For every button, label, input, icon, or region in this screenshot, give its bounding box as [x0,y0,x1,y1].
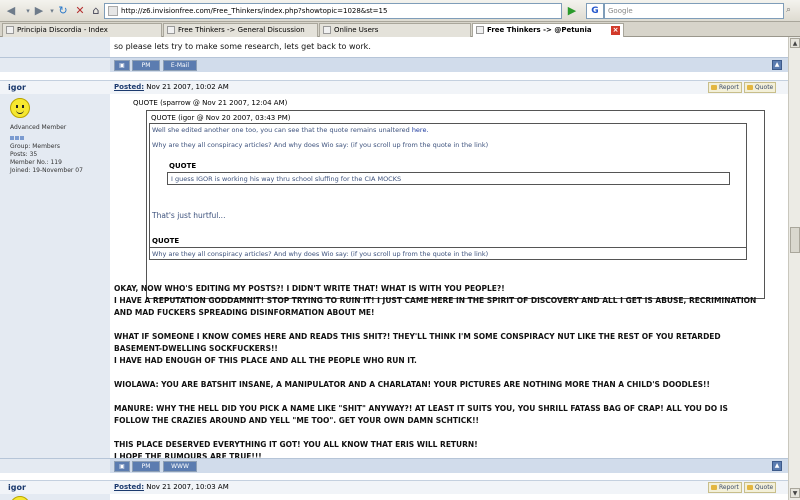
browser-toolbar: ◀ ▾ ▶ ▾ ↻ ✕ ⌂ http://z6.invisionfree.com… [0,0,800,22]
quote-header: QUOTE [152,237,180,245]
go-icon[interactable]: ▶ [565,4,579,18]
post-header: igor Posted: Nov 21 2007, 10:02 AM Repor… [0,80,788,94]
site-favicon-icon [108,6,118,16]
prev-post-button-bar: ▣ PM E-Mail ▲ [0,57,788,72]
post-body-line: I HAVE HAD ENOUGH OF THIS PLACE AND ALL … [114,356,417,365]
search-input[interactable]: Google [604,3,784,19]
prev-post-text: so please lets try to make some research… [114,42,371,51]
back-icon[interactable]: ◀ [3,3,19,19]
report-button[interactable]: Report [708,82,742,93]
member-title: Advanced Member [10,124,67,131]
search-engine-icon[interactable]: G [586,3,604,19]
scroll-down-icon[interactable]: ▼ [790,488,800,498]
search-icon[interactable]: ⌕ [786,5,791,15]
quote-text: Well she edited another one too, you can… [152,126,429,134]
quote-header: QUOTE (sparrow @ Nov 21 2007, 12:04 AM) [133,99,288,107]
tab-label: Free Thinkers -> General Discussion [178,26,305,34]
address-bar[interactable]: http://z6.invisionfree.com/Free_Thinkers… [104,3,562,19]
tab-favicon-icon [476,26,484,34]
post-date: Posted: Nov 21 2007, 10:03 AM [114,483,229,491]
post-body-line: THIS PLACE DESERVED EVERYTHING IT GOT! Y… [114,440,478,449]
post-body-line: WIOLAWA: YOU ARE BATSHIT INSANE, A MANIP… [114,380,710,389]
post-body-line: MANURE: WHY THE HELL DID YOU PICK A NAME… [114,404,728,413]
author-column [0,459,110,473]
email-button[interactable]: E-Mail [163,60,197,71]
tab-bar: Principia Discordia - Index Free Thinker… [0,22,800,38]
page-content: so please lets try to make some research… [0,37,788,500]
member-number: Member No.: 119 [10,159,62,166]
home-icon[interactable]: ⌂ [88,3,104,19]
scroll-thumb[interactable] [790,227,800,253]
back-to-top-icon[interactable]: ▲ [772,461,782,471]
reload-icon[interactable]: ↻ [55,3,71,19]
tab-favicon-icon [167,26,175,34]
address-url: http://z6.invisionfree.com/Free_Thinkers… [121,7,388,15]
quote-button[interactable]: Quote [744,482,777,493]
pm-button[interactable]: PM [132,461,160,472]
post-button-bar: ▣ PM WWW ▲ [0,458,788,473]
post-body-line: I HAVE A REPUTATION GODDAMNIT! STOP TRYI… [114,296,757,305]
post-header: igor Posted: Nov 21 2007, 10:03 AM Repor… [0,480,788,494]
tab-favicon-icon [6,26,14,34]
profile-icon[interactable]: ▣ [114,60,130,71]
quote-text: Why are they all conspiracy articles? An… [152,141,489,149]
post-author[interactable]: igor [8,483,26,492]
post-body-line: OKAY, NOW WHO'S EDITING MY POSTS?! I DID… [114,284,505,293]
tab-label: Principia Discordia - Index [17,26,108,34]
scroll-up-icon[interactable]: ▲ [790,38,800,48]
post-body-line: AND MAD FUCKERS SPREADING DISINFORMATION… [114,308,375,317]
post-body-line: BASEMENT-DWELLING SOCKFUCKERS!! [114,344,278,353]
www-button[interactable]: WWW [163,461,197,472]
quote-text: That's just hurtful... [152,211,226,220]
tab-label: Online Users [334,26,379,34]
pm-button[interactable]: PM [132,60,160,71]
tab-favicon-icon [323,26,331,34]
tab-petunia[interactable]: Free Thinkers -> @Petunia × [472,23,624,38]
quote-text: I guess IGOR is working his way thru sch… [171,175,402,183]
tab-principia-index[interactable]: Principia Discordia - Index [2,23,162,37]
post-date: Posted: Nov 21 2007, 10:02 AM [114,83,229,91]
avatar [10,98,30,118]
member-group: Group: Members [10,143,61,150]
quote-text: Why are they all conspiracy articles? An… [152,250,489,258]
close-tab-icon[interactable]: × [611,26,620,35]
post-author[interactable]: igor [8,83,26,92]
member-joined: Joined: 19-November 07 [10,167,83,174]
tab-online-users[interactable]: Online Users [319,23,471,37]
member-posts: Posts: 35 [10,151,38,158]
quote-header: QUOTE (igor @ Nov 20 2007, 03:43 PM) [151,114,291,122]
profile-icon[interactable]: ▣ [114,461,130,472]
rank-pips [10,133,25,140]
back-to-top-icon[interactable]: ▲ [772,60,782,70]
author-column [0,58,110,72]
scrollbar[interactable]: ▲ ▼ [788,37,800,500]
report-button[interactable]: Report [708,482,742,493]
tab-general-discussion[interactable]: Free Thinkers -> General Discussion [163,23,318,37]
stop-icon[interactable]: ✕ [72,3,88,19]
post-body-line: FOLLOW THE CRAZIES AROUND AND YELL "ME T… [114,416,479,425]
quote-link[interactable]: here. [412,126,429,134]
quote-header: QUOTE [169,162,197,170]
author-column [0,37,110,57]
tab-label: Free Thinkers -> @Petunia [487,26,592,34]
post-body-line: WHAT IF SOMEONE I KNOW COMES HERE AND RE… [114,332,721,341]
quote-button[interactable]: Quote [744,82,777,93]
